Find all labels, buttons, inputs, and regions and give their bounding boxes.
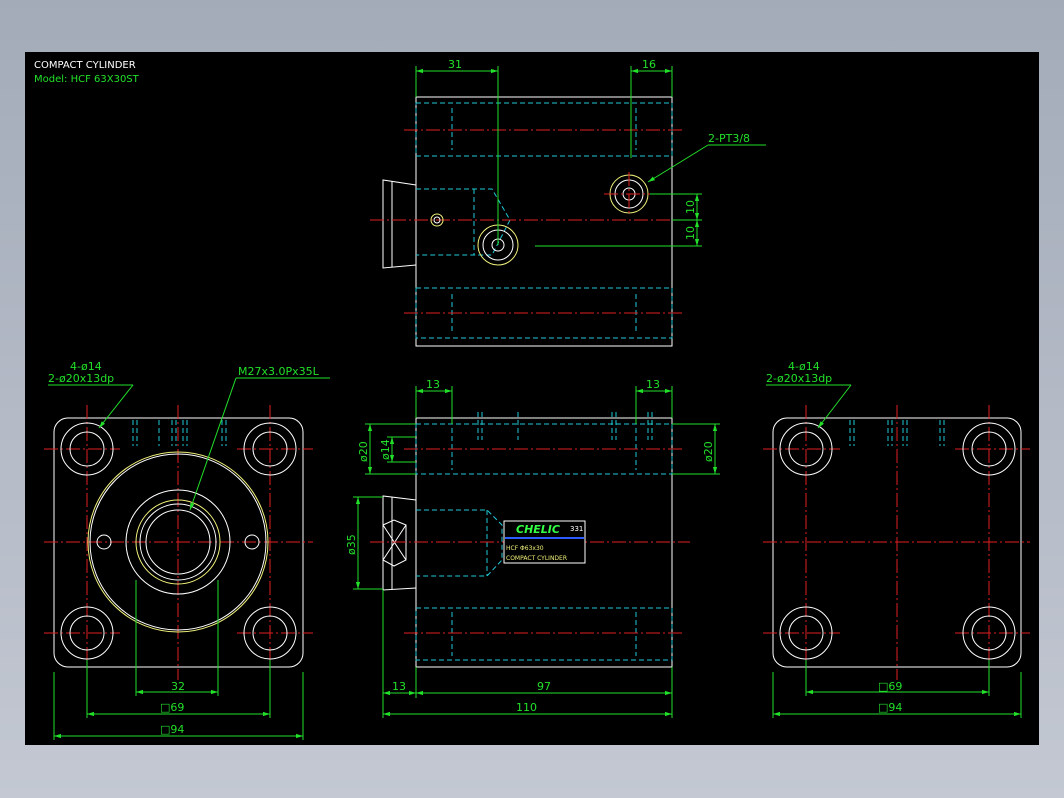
dim-35: ø35 <box>345 534 358 555</box>
dim-13-left: 13 <box>426 378 440 391</box>
left-dim-94: □94 <box>160 723 184 736</box>
dim-10-lower: 10 <box>684 226 697 240</box>
drawing-title: COMPACT CYLINDER <box>34 60 136 71</box>
dim-110: 110 <box>516 701 537 714</box>
dim-32: 32 <box>171 680 185 693</box>
top-view: 31 16 2-PT3/8 10 10 <box>370 58 766 347</box>
front-view-rod <box>382 495 417 591</box>
label-plate: CHELIC 331 HCF Φ63x30 COMPACT CYLINDER <box>503 520 586 564</box>
label-model: HCF Φ63x30 <box>506 545 544 552</box>
model-label: Model: HCF 63X30ST <box>34 74 140 85</box>
top-view-rod-boss <box>382 179 417 269</box>
left-dim-69: □69 <box>160 701 184 714</box>
right-dim-69: □69 <box>878 680 902 693</box>
left-hole-callout-2: 2-ø20x13dp <box>48 372 114 385</box>
right-dim-94: □94 <box>878 701 902 714</box>
dim-20-left: ø20 <box>357 441 370 462</box>
right-hole-callout-2: 2-ø20x13dp <box>766 372 832 385</box>
application-frame: COMPACT CYLINDER Model: HCF 63X30ST 31 1… <box>0 0 1064 798</box>
dim-10-upper: 10 <box>684 200 697 214</box>
dim-13-bottom: 13 <box>392 680 406 693</box>
right-view: 4-ø14 2-ø20x13dp □69 □94 <box>763 360 1030 718</box>
top-view-body <box>415 96 673 347</box>
label-brand: CHELIC <box>516 523 560 536</box>
label-badge: 331 <box>570 525 583 533</box>
left-view: 4-ø14 2-ø20x13dp M27x3.0Px35L 32 □69 □94 <box>44 360 330 740</box>
port-callout: 2-PT3/8 <box>708 132 750 145</box>
label-desc: COMPACT CYLINDER <box>506 555 567 562</box>
dim-16: 16 <box>642 58 656 71</box>
title-block: COMPACT CYLINDER Model: HCF 63X30ST <box>34 60 140 85</box>
dim-14: ø14 <box>379 439 392 460</box>
dim-97: 97 <box>537 680 551 693</box>
thread-callout: M27x3.0Px35L <box>238 365 320 378</box>
dim-13-right: 13 <box>646 378 660 391</box>
cad-drawing-canvas[interactable]: COMPACT CYLINDER Model: HCF 63X30ST 31 1… <box>25 52 1039 745</box>
drawing-svg: COMPACT CYLINDER Model: HCF 63X30ST 31 1… <box>34 58 1030 740</box>
front-view: CHELIC 331 HCF Φ63x30 COMPACT CYLINDER 1… <box>345 378 720 718</box>
dim-31: 31 <box>448 58 462 71</box>
dim-20-right: ø20 <box>702 441 715 462</box>
